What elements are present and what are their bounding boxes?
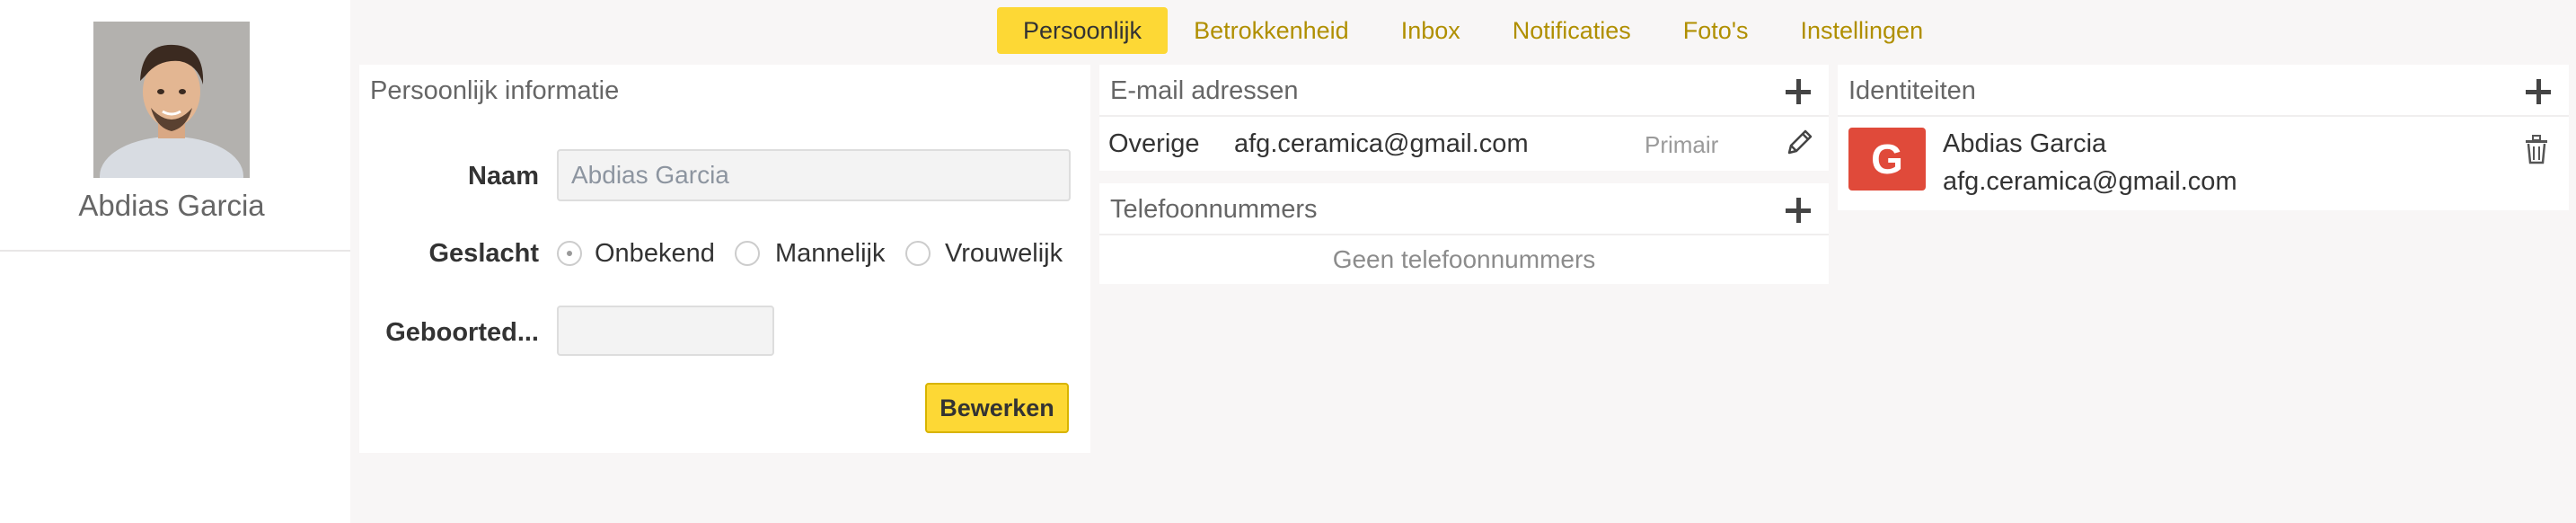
personal-info-title: Persoonlijk informatie (370, 76, 620, 105)
identities-panel-header: Identiteiten (1838, 65, 2569, 117)
email-panel-title: E-mail adressen (1110, 76, 1299, 105)
add-phone-icon[interactable] (1786, 198, 1811, 223)
gender-radio-vrouwelijk[interactable] (905, 241, 931, 266)
identity-name: Abdias Garcia (1943, 129, 2107, 158)
email-address: afg.ceramica@gmail.com (1234, 129, 1529, 158)
identities-panel-title: Identiteiten (1848, 76, 1976, 105)
profile-name: Abdias Garcia (78, 189, 265, 222)
gender-option-onbekend: Onbekend (595, 239, 715, 268)
nav-tabs: Persoonlijk Betrokkenheid Inbox Notifica… (997, 7, 1949, 54)
email-primary-badge: Primair (1645, 131, 1719, 158)
name-label: Naam (468, 162, 539, 191)
tab-fotos[interactable]: Foto's (1657, 7, 1775, 54)
phone-panel: Telefoonnummers Geen telefoonnummers (1099, 183, 1829, 284)
gender-option-mannelijk: Mannelijk (775, 239, 886, 268)
identity-email: afg.ceramica@gmail.com (1943, 167, 2237, 196)
pencil-icon[interactable] (1784, 126, 1816, 158)
no-phone-text: Geen telefoonnummers (1332, 245, 1596, 273)
sidebar: Abdias Garcia (0, 0, 350, 523)
gender-radio-onbekend[interactable] (557, 241, 582, 266)
tab-inbox[interactable]: Inbox (1375, 7, 1486, 54)
tab-instellingen[interactable]: Instellingen (1774, 7, 1949, 54)
phone-panel-title: Telefoonnummers (1110, 195, 1318, 224)
gender-radio-mannelijk[interactable] (735, 241, 760, 266)
email-row: Overige afg.ceramica@gmail.com Primair (1099, 117, 1829, 169)
trash-icon[interactable] (2522, 133, 2551, 165)
identities-panel: Identiteiten G Abdias Garcia afg.ceramic… (1838, 65, 2569, 210)
birthdate-field[interactable] (557, 306, 774, 356)
tab-persoonlijk[interactable]: Persoonlijk (997, 7, 1169, 54)
edit-button[interactable]: Bewerken (925, 383, 1069, 433)
add-email-icon[interactable] (1786, 79, 1811, 104)
gender-label: Geslacht (428, 239, 540, 268)
name-field[interactable]: Abdias Garcia (557, 149, 1071, 201)
tab-betrokkenheid[interactable]: Betrokkenheid (1168, 7, 1375, 54)
gender-option-vrouwelijk: Vrouwelijk (945, 239, 1063, 268)
google-icon: G (1848, 128, 1926, 191)
birthdate-label: Geboorted... (385, 318, 539, 347)
avatar-photo (93, 22, 250, 178)
email-panel-header: E-mail adressen (1099, 65, 1829, 117)
avatar[interactable] (93, 22, 250, 178)
add-identity-icon[interactable] (2526, 79, 2551, 104)
email-panel: E-mail adressen Overige afg.ceramica@gma… (1099, 65, 1829, 171)
personal-info-panel: Persoonlijk informatie Naam Abdias Garci… (359, 65, 1090, 453)
profile-card: Abdias Garcia (0, 0, 350, 252)
email-type: Overige (1108, 129, 1200, 158)
phone-panel-header: Telefoonnummers (1099, 183, 1829, 235)
tab-notificaties[interactable]: Notificaties (1486, 7, 1657, 54)
